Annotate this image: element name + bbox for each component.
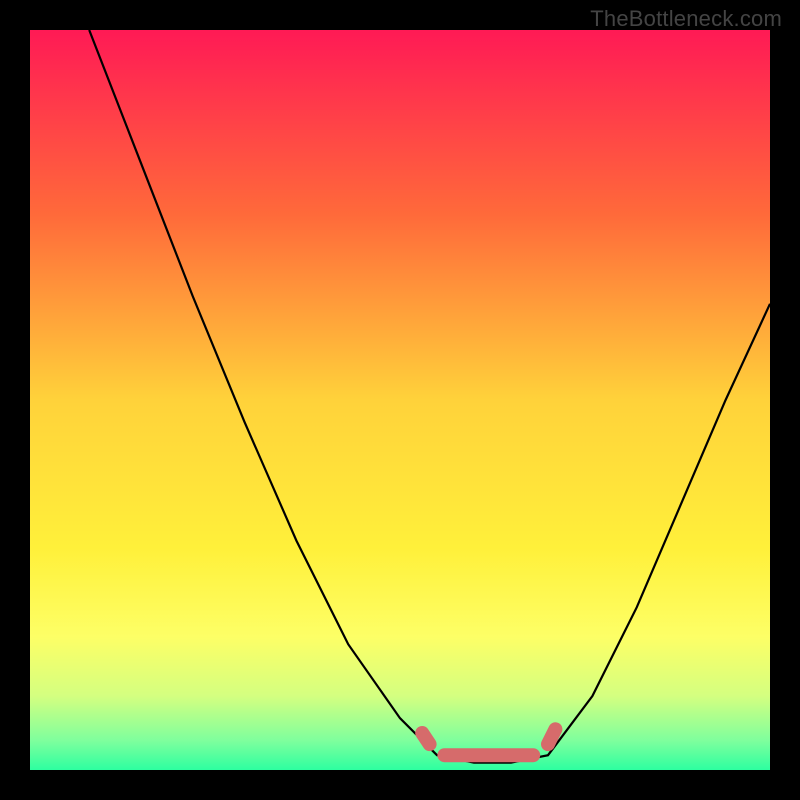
plot-area [30,30,770,770]
plot-curves [30,30,770,770]
chart-frame: TheBottleneck.com [0,0,800,800]
watermark-text: TheBottleneck.com [590,6,782,32]
